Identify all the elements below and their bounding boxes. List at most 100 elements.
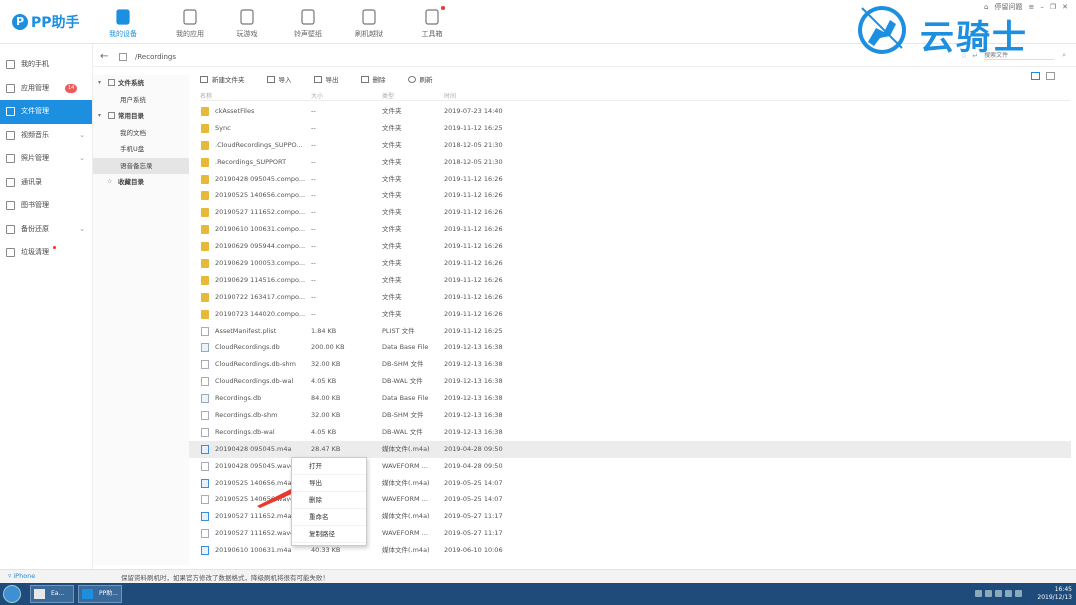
back-arrow-icon[interactable]: ← bbox=[100, 51, 108, 62]
file-row[interactable]: ckAssetFiles -- 文件夹 2019-07-23 14:40 bbox=[189, 103, 1071, 120]
context-menu-item[interactable]: 导出 bbox=[292, 475, 366, 492]
file-type: 媒体文件(.m4a) bbox=[382, 444, 430, 453]
file-time: 2019-05-27 11:17 bbox=[444, 529, 503, 538]
file-row[interactable]: AssetManifest.plist 1.84 KB PLIST 文件 2019-1… bbox=[189, 323, 1071, 340]
file-row[interactable]: CloudRecordings.db-shm 32.00 KB DB-SHM 文件 2… bbox=[189, 356, 1071, 373]
refresh-icon bbox=[362, 9, 376, 25]
file-time: 2019-12-13 16:38 bbox=[444, 360, 503, 369]
file-row[interactable]: Sync -- 文件夹 2019-11-12 16:25 bbox=[189, 120, 1071, 137]
column-type[interactable]: 类型 bbox=[382, 91, 394, 100]
file-name: 20190428 095045.m4a bbox=[215, 444, 292, 453]
sidebar-item-label: 照片管理 bbox=[21, 154, 49, 162]
search-icon[interactable]: ⌕ bbox=[1062, 51, 1066, 60]
expand-icon[interactable]: ▾ bbox=[98, 75, 101, 92]
file-row[interactable]: CloudRecordings.db-wal 4.05 KB DB-WAL 文件 20… bbox=[189, 373, 1071, 390]
nav-tab-4[interactable]: 刷机越狱 bbox=[342, 6, 396, 42]
file-type: 文件夹 bbox=[382, 225, 402, 234]
search-input[interactable] bbox=[984, 51, 1055, 60]
context-menu-item[interactable]: 删除 bbox=[292, 492, 366, 509]
tray-icon[interactable] bbox=[975, 590, 982, 597]
context-menu-item[interactable]: 重命名 bbox=[292, 509, 366, 526]
refresh-button[interactable]: 刷新 bbox=[407, 74, 433, 84]
sidebar-item-0[interactable]: 我的手机 bbox=[0, 53, 92, 77]
sidebar-item-7[interactable]: 备份还原 ⌄ bbox=[0, 218, 92, 242]
sidebar-item-6[interactable]: 图书管理 bbox=[0, 194, 92, 218]
file-row[interactable]: 20190610 100631.compo... -- 文件夹 2019-11-12 … bbox=[189, 221, 1071, 238]
file-row[interactable]: 20190428 095045.m4a 28.47 KB 媒体文件(.m4a) 201… bbox=[189, 440, 1071, 458]
file-name: .Recordings_SUPPORT bbox=[215, 157, 287, 166]
enter-icon[interactable]: ↵ bbox=[972, 52, 978, 60]
tree-item-3[interactable]: 我的文档 bbox=[93, 125, 189, 142]
file-type: DB-SHM 文件 bbox=[382, 411, 424, 420]
import-button[interactable]: 导入 bbox=[266, 74, 292, 84]
tree-item-5[interactable]: 语音备忘录 bbox=[93, 157, 189, 174]
file-type: 文件夹 bbox=[382, 140, 402, 149]
backup-icon bbox=[6, 224, 15, 234]
clock[interactable]: 16:45 2019/12/13 bbox=[1037, 586, 1072, 602]
explorer-icon bbox=[34, 589, 45, 599]
file-name: 20190629 095944.compo... bbox=[215, 242, 306, 251]
taskbar-item-pp[interactable]: PP助... bbox=[78, 585, 122, 603]
file-row[interactable]: .CloudRecordings_SUPPO... -- 文件夹 2018-12-05… bbox=[189, 137, 1071, 154]
file-type: 媒体文件(.m4a) bbox=[382, 478, 430, 487]
nav-tab-2[interactable]: 玩游戏 bbox=[220, 6, 274, 42]
sidebar-item-4[interactable]: 照片管理 ⌄ bbox=[0, 147, 92, 171]
file-row[interactable]: .Recordings_SUPPORT -- 文件夹 2018-12-05 21:30 bbox=[189, 154, 1071, 171]
nav-tab-1[interactable]: 我的应用 bbox=[163, 6, 217, 42]
tree-item-1[interactable]: 用户系统 bbox=[93, 92, 189, 109]
file-row[interactable]: 20190723 144020.compo... -- 文件夹 2019-11-12 … bbox=[189, 306, 1071, 323]
taskbar-item-label: PP助... bbox=[99, 590, 118, 597]
chevron-down-icon: ⌄ bbox=[79, 130, 85, 139]
file-size: 32.00 KB bbox=[311, 360, 341, 369]
context-menu-item[interactable]: 复制路径 bbox=[292, 526, 366, 543]
new-folder-button[interactable]: 新建文件夹 bbox=[200, 74, 245, 84]
file-row[interactable]: 20190629 095944.compo... -- 文件夹 2019-11-12 … bbox=[189, 238, 1071, 255]
audio-icon bbox=[201, 478, 209, 488]
file-size: 28.47 KB bbox=[311, 444, 341, 453]
expand-icon[interactable]: ▾ bbox=[98, 108, 101, 125]
file-row[interactable]: 20190629 114516.compo... -- 文件夹 2019-11-12 … bbox=[189, 272, 1071, 289]
delete-button[interactable]: 删除 bbox=[360, 74, 386, 84]
column-size[interactable]: 大小 bbox=[311, 91, 323, 100]
star-icon[interactable]: ☆ bbox=[961, 52, 967, 60]
sidebar-item-2[interactable]: 文件管理 bbox=[0, 100, 92, 124]
grid-view-icon[interactable] bbox=[1046, 72, 1055, 80]
tray-icon[interactable] bbox=[1005, 590, 1012, 597]
file-row[interactable]: 20190525 140656.compo... -- 文件夹 2019-11-12 … bbox=[189, 187, 1071, 204]
sidebar-item-1[interactable]: 应用管理 14 bbox=[0, 77, 92, 101]
context-menu-item[interactable]: 打开 bbox=[292, 458, 366, 475]
tree-item-6[interactable]: ☆ 收藏目录 bbox=[93, 174, 189, 191]
file-row[interactable]: Recordings.db 84.00 KB Data Base File 2019-… bbox=[189, 390, 1071, 407]
start-button[interactable] bbox=[3, 585, 21, 603]
file-row[interactable]: CloudRecordings.db 200.00 KB Data Base Fil… bbox=[189, 339, 1071, 356]
device-name[interactable]: ▿ iPhone bbox=[8, 572, 35, 580]
file-row[interactable]: 20190629 100053.compo... -- 文件夹 2019-11-12 … bbox=[189, 255, 1071, 272]
file-row[interactable]: Recordings.db-shm 32.00 KB DB-SHM 文件 2019-1… bbox=[189, 407, 1071, 424]
tree-item-2[interactable]: ▾ 常用目录 bbox=[93, 108, 189, 125]
audio-icon bbox=[201, 546, 209, 556]
nav-tab-3[interactable]: 铃声壁纸 bbox=[281, 6, 335, 42]
tree-item-4[interactable]: 手机U盘 bbox=[93, 141, 189, 158]
list-view-icon[interactable] bbox=[1031, 72, 1040, 80]
file-row[interactable]: Recordings.db-wal 4.05 KB DB-WAL 文件 2019-12… bbox=[189, 424, 1071, 441]
column-name[interactable]: 名称 bbox=[200, 91, 212, 100]
nav-tab-5[interactable]: 工具箱 bbox=[405, 6, 459, 42]
close-button[interactable]: ✕ bbox=[1062, 3, 1068, 11]
export-button[interactable]: 导出 bbox=[313, 74, 339, 84]
sidebar-item-label: 我的手机 bbox=[21, 60, 49, 68]
sidebar-item-5[interactable]: 通讯录 bbox=[0, 171, 92, 195]
status-bar: ▿ iPhone 保留资料刷机时，如果官方修改了数据格式，降级刷机将很有可能失败… bbox=[0, 569, 1076, 583]
taskbar-item-explorer[interactable]: Ea... bbox=[30, 585, 74, 603]
tree-item-0[interactable]: ▾ 文件系统 bbox=[93, 75, 189, 92]
file-row[interactable]: 20190428 095045.compo... -- 文件夹 2019-11-12 … bbox=[189, 171, 1071, 188]
tray-icon[interactable] bbox=[985, 590, 992, 597]
column-time[interactable]: 时间 bbox=[444, 91, 456, 100]
tray-icon[interactable] bbox=[995, 590, 1002, 597]
nav-tab-0[interactable]: 我的设备 bbox=[96, 6, 150, 42]
badge: 14 bbox=[65, 83, 78, 93]
sidebar-item-3[interactable]: 视频音乐 ⌄ bbox=[0, 124, 92, 148]
tray-icon[interactable] bbox=[1015, 590, 1022, 597]
file-row[interactable]: 20190527 111652.compo... -- 文件夹 2019-11-12 … bbox=[189, 204, 1071, 221]
file-row[interactable]: 20190722 163417.compo... -- 文件夹 2019-11-12 … bbox=[189, 289, 1071, 306]
sidebar-item-8[interactable]: 垃圾清理 bbox=[0, 241, 92, 265]
